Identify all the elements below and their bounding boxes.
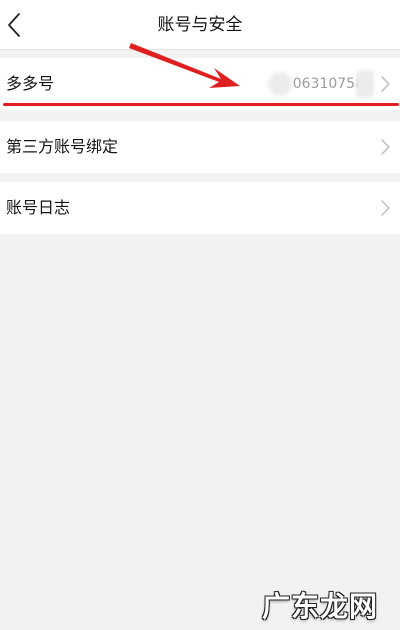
row-third-party-binding[interactable]: 第三方账号绑定 [0, 121, 400, 173]
highlight-underline [3, 103, 399, 106]
page-title: 账号与安全 [157, 15, 243, 35]
watermark: 广东龙网 [262, 590, 379, 623]
row-label: 第三方账号绑定 [6, 137, 119, 156]
nav-bar: 账号与安全 [0, 0, 400, 50]
row-account-log[interactable]: 账号日志 [0, 182, 400, 234]
row-label: 账号日志 [6, 198, 71, 217]
chevron-right-icon [381, 200, 390, 216]
redaction-blur [356, 70, 374, 98]
chevron-right-icon [381, 76, 390, 92]
chevron-right-icon [381, 139, 390, 155]
redaction-blur [268, 72, 292, 96]
